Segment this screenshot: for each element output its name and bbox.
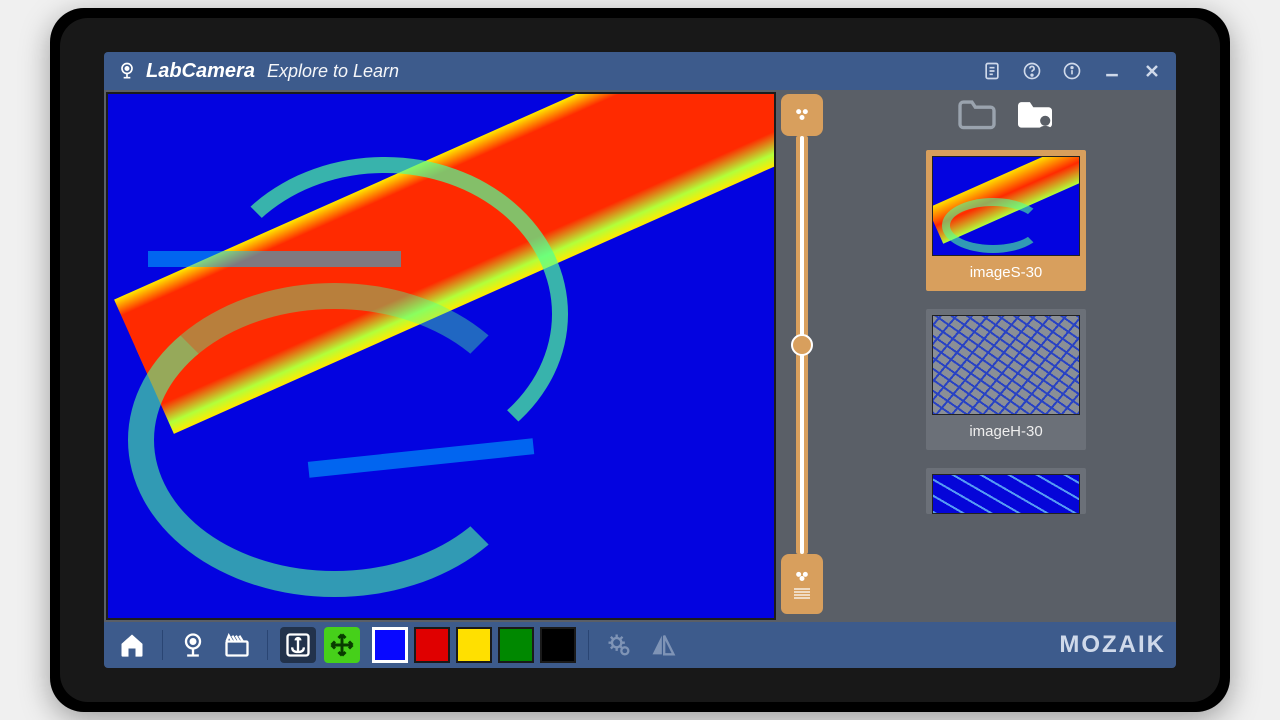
color-swatch[interactable] [540,627,576,663]
thumbnail-item[interactable]: imageS-30 [926,150,1086,291]
anchor-tool-icon[interactable] [280,627,316,663]
thumbnail-label: imageH-30 [932,423,1080,440]
webcam-icon [116,60,138,82]
user-folder-icon[interactable] [1013,96,1057,132]
thumbnail-image [932,156,1080,256]
slider-track[interactable] [796,136,808,554]
slider-bottom-cap-icon[interactable] [781,554,823,614]
footer-brand: MOZAIK [1059,631,1166,659]
app-screen: LabCamera Explore to Learn [104,52,1176,668]
color-swatch[interactable] [498,627,534,663]
camera-tool-icon[interactable] [175,627,211,663]
app-tagline: Explore to Learn [267,61,399,82]
thumbnail-item[interactable] [926,468,1086,514]
thumbnail-item[interactable]: imageH-30 [926,309,1086,450]
info-icon[interactable] [1060,59,1084,83]
labcamera-app: LabCamera Explore to Learn [104,52,1176,668]
move-tool-icon[interactable] [324,627,360,663]
home-button[interactable] [114,627,150,663]
thumbnail-list[interactable]: imageS-30 imageH-30 [856,150,1156,612]
open-folder-icon[interactable] [955,96,999,132]
color-swatch[interactable] [372,627,408,663]
app-title: LabCamera [146,60,255,83]
mirror-tool-icon[interactable] [645,627,681,663]
thumbnail-image [932,474,1080,514]
tablet-frame: LabCamera Explore to Learn [50,8,1230,712]
thumbnail-label: imageS-30 [932,264,1080,281]
close-icon[interactable] [1140,59,1164,83]
gallery-panel: imageS-30 imageH-30 [826,90,1176,622]
help-icon[interactable] [1020,59,1044,83]
notes-icon[interactable] [980,59,1004,83]
minimize-icon[interactable] [1100,59,1124,83]
thumbnail-image [932,315,1080,415]
vertical-slider[interactable] [778,90,826,622]
tablet-bezel: LabCamera Explore to Learn [60,18,1220,702]
main-viewport[interactable] [106,92,776,620]
settings-gear-icon[interactable] [601,627,637,663]
color-swatch[interactable] [414,627,450,663]
bottom-toolbar: MOZAIK [104,622,1176,668]
slider-top-cap-icon[interactable] [781,94,823,136]
movie-tool-icon[interactable] [219,627,255,663]
color-swatch[interactable] [456,627,492,663]
titlebar: LabCamera Explore to Learn [104,52,1176,90]
slider-thumb[interactable] [791,334,813,356]
content-area: imageS-30 imageH-30 [104,90,1176,622]
